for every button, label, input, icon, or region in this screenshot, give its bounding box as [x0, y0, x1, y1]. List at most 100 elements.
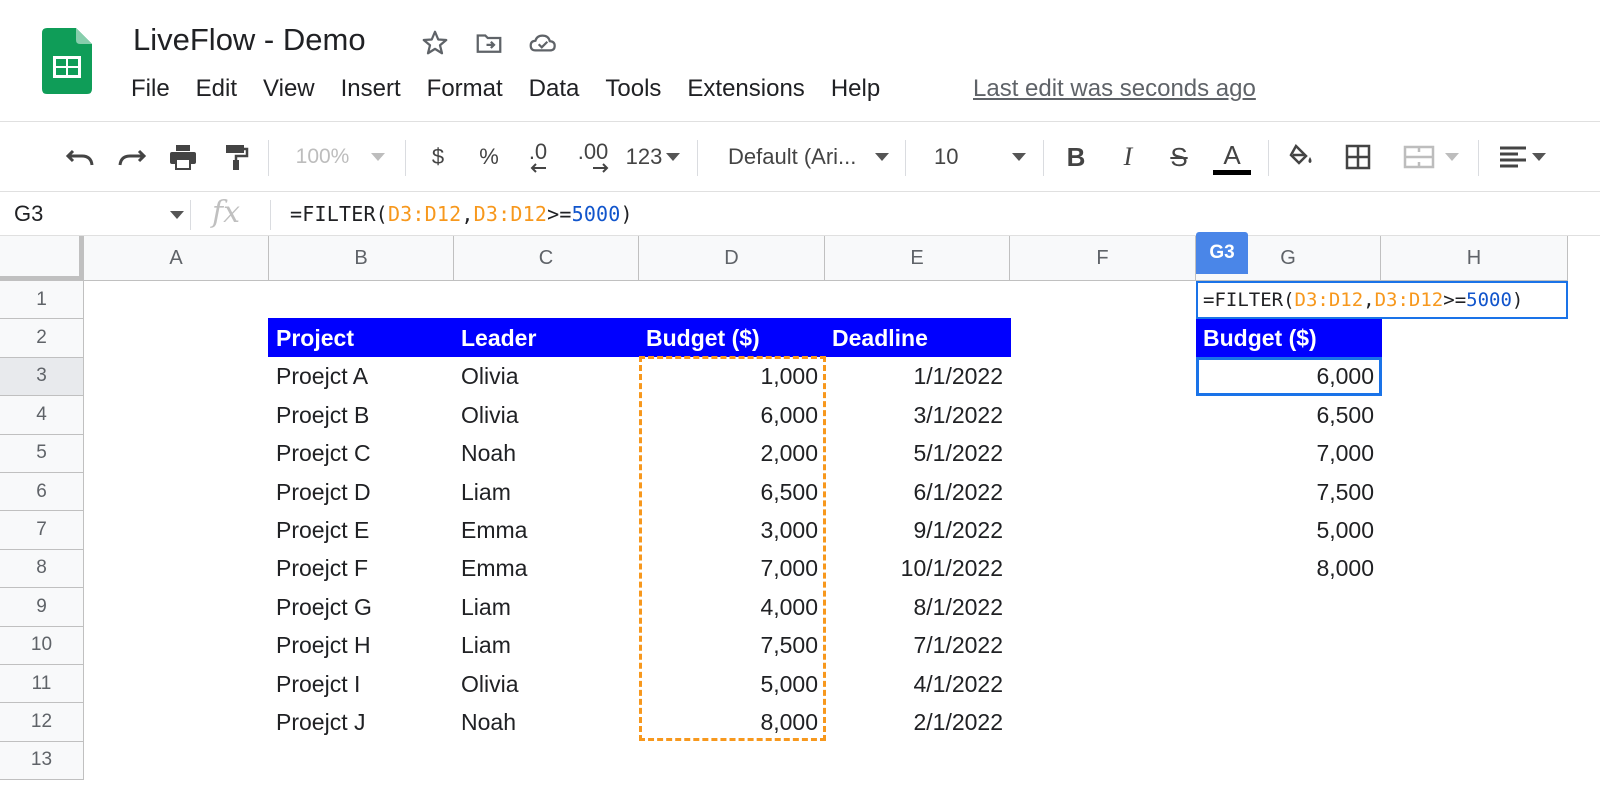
name-box[interactable]: G3 [14, 201, 43, 227]
table-cell[interactable]: Proejct J [269, 703, 454, 741]
row-header-9[interactable]: 9 [0, 588, 84, 627]
star-icon[interactable] [418, 26, 452, 60]
print-icon[interactable] [163, 138, 203, 176]
table-cell[interactable]: 1/1/2022 [825, 358, 1010, 396]
row-header-8[interactable]: 8 [0, 549, 84, 589]
menu-format[interactable]: Format [427, 75, 503, 103]
table-cell[interactable]: 10/1/2022 [825, 550, 1010, 588]
table-cell[interactable]: 4/1/2022 [825, 665, 1010, 703]
move-folder-icon[interactable] [472, 26, 506, 60]
in-cell-formula-editor[interactable]: =FILTER(D3:D12, D3:D12 >= 5000) [1196, 281, 1568, 319]
table-cell[interactable]: Proejct G [269, 588, 454, 626]
table-cell[interactable]: 5/1/2022 [825, 435, 1010, 473]
table-cell[interactable]: Emma [454, 511, 639, 549]
more-formats-button[interactable]: 123 [622, 138, 684, 176]
menu-tools[interactable]: Tools [605, 75, 661, 103]
borders-icon[interactable] [1340, 138, 1376, 176]
table-cell[interactable]: Proejct H [269, 627, 454, 665]
table-cell[interactable]: 3/1/2022 [825, 396, 1010, 434]
table-cell[interactable]: Proejct E [269, 511, 454, 549]
cloud-saved-icon[interactable] [526, 26, 560, 60]
font-family-select[interactable]: Default (Ari... [712, 138, 897, 176]
select-all-corner[interactable] [0, 236, 84, 281]
table-cell[interactable]: Liam [454, 588, 639, 626]
table-cell[interactable]: Olivia [454, 358, 639, 396]
italic-button[interactable]: I [1112, 138, 1144, 176]
undo-icon[interactable] [60, 138, 100, 176]
row-header-4[interactable]: 4 [0, 396, 84, 435]
google-sheets-logo-icon[interactable] [42, 28, 92, 94]
table-cell[interactable]: Proejct I [269, 665, 454, 703]
column-header-b[interactable]: B [269, 236, 454, 281]
table-cell[interactable]: 7/1/2022 [825, 627, 1010, 665]
row-header-11[interactable]: 11 [0, 665, 84, 704]
table-cell[interactable]: 6/1/2022 [825, 473, 1010, 511]
chevron-down-icon[interactable] [170, 211, 184, 219]
strikethrough-button[interactable]: S [1163, 138, 1195, 176]
document-title[interactable]: LiveFlow - Demo [133, 22, 366, 58]
formula-input[interactable]: =FILTER(D3:D12,D3:D12>=5000) [290, 202, 633, 226]
table-cell[interactable]: 2/1/2022 [825, 703, 1010, 741]
table-cell[interactable]: Proejct F [269, 550, 454, 588]
zoom-select[interactable]: 100% [288, 138, 393, 176]
column-header-f[interactable]: F [1010, 236, 1196, 281]
menu-insert[interactable]: Insert [341, 75, 401, 103]
row-header-6[interactable]: 6 [0, 473, 84, 512]
column-header-h[interactable]: H [1381, 236, 1568, 281]
table-cell[interactable]: Noah [454, 703, 639, 741]
table-cell[interactable]: Liam [454, 473, 639, 511]
result-cell[interactable]: 6,500 [1196, 396, 1381, 434]
menu-extensions[interactable]: Extensions [687, 75, 804, 103]
table-cell[interactable]: 9/1/2022 [825, 511, 1010, 549]
table-cell[interactable]: Olivia [454, 396, 639, 434]
bold-button[interactable]: B [1060, 138, 1092, 176]
font-size-select[interactable]: 10 [922, 138, 1034, 176]
column-header-e[interactable]: E [825, 236, 1010, 281]
table-cell[interactable]: 8/1/2022 [825, 588, 1010, 626]
table-cell[interactable]: Noah [454, 435, 639, 473]
row-header-12[interactable]: 12 [0, 703, 84, 742]
column-header-c[interactable]: C [454, 236, 639, 281]
menu-help[interactable]: Help [831, 75, 880, 103]
result-cell[interactable]: 7,000 [1196, 435, 1381, 473]
merge-cells-icon[interactable] [1392, 138, 1470, 176]
redo-icon[interactable] [112, 138, 152, 176]
table-header-cell[interactable]: Deadline [825, 319, 1010, 357]
table-cell[interactable]: Proejct B [269, 396, 454, 434]
table-header-cell[interactable]: Budget ($) [639, 319, 825, 357]
row-header-5[interactable]: 5 [0, 434, 84, 473]
result-cell[interactable]: 5,000 [1196, 511, 1381, 549]
table-cell[interactable]: Proejct C [269, 435, 454, 473]
table-cell[interactable]: Liam [454, 627, 639, 665]
result-cell[interactable]: 7,500 [1196, 473, 1381, 511]
row-header-3[interactable]: 3 [0, 357, 84, 397]
row-header-13[interactable]: 13 [0, 741, 84, 781]
row-header-10[interactable]: 10 [0, 626, 84, 665]
table-header-cell[interactable]: Leader [454, 319, 639, 357]
horizontal-align-icon[interactable] [1493, 138, 1551, 176]
percent-format-button[interactable]: % [474, 138, 504, 176]
menu-data[interactable]: Data [529, 75, 580, 103]
row-header-2[interactable]: 2 [0, 319, 84, 358]
text-color-button[interactable]: A [1212, 138, 1252, 176]
menu-view[interactable]: View [263, 75, 315, 103]
column-header-a[interactable]: A [84, 236, 269, 281]
row-header-1[interactable]: 1 [0, 281, 84, 320]
table-cell[interactable]: Emma [454, 550, 639, 588]
table-cell[interactable]: Proejct D [269, 473, 454, 511]
active-cell-selection[interactable] [1196, 357, 1382, 396]
last-edit-link[interactable]: Last edit was seconds ago [973, 75, 1256, 103]
row-header-7[interactable]: 7 [0, 511, 84, 550]
fill-color-icon[interactable] [1284, 138, 1320, 176]
result-cell[interactable]: 8,000 [1196, 550, 1381, 588]
table-cell[interactable]: Proejct A [269, 358, 454, 396]
paint-format-icon[interactable] [216, 138, 256, 176]
currency-format-button[interactable]: $ [423, 138, 453, 176]
decrease-decimal-button[interactable]: .0 [520, 138, 556, 176]
table-header-cell[interactable]: Project [269, 319, 454, 357]
increase-decimal-button[interactable]: .00 [570, 138, 616, 176]
menu-edit[interactable]: Edit [196, 75, 237, 103]
menu-file[interactable]: File [131, 75, 170, 103]
column-header-d[interactable]: D [639, 236, 825, 281]
table-cell[interactable]: Olivia [454, 665, 639, 703]
